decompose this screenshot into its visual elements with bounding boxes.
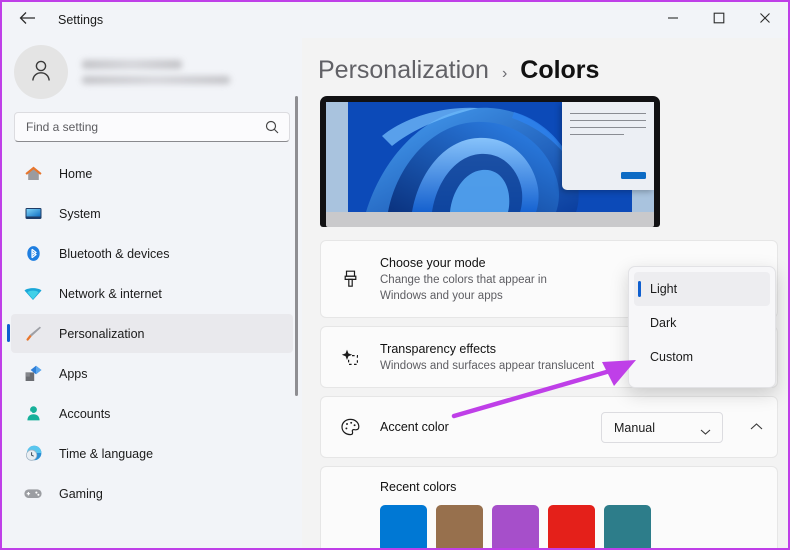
mode-option-light[interactable]: Light bbox=[634, 272, 770, 306]
sidebar-item-label: Accounts bbox=[59, 406, 111, 421]
breadcrumb-parent[interactable]: Personalization bbox=[318, 56, 489, 85]
palette-icon bbox=[335, 417, 365, 437]
mode-option-label: Custom bbox=[650, 350, 694, 364]
minimize-button[interactable] bbox=[650, 2, 696, 38]
search-box[interactable] bbox=[14, 112, 290, 142]
person-icon bbox=[28, 57, 54, 88]
main-content: Personalization › Colors Choose your mod… bbox=[302, 38, 788, 548]
search-icon bbox=[265, 120, 279, 139]
mode-option-label: Light bbox=[650, 282, 678, 296]
back-arrow-icon bbox=[19, 11, 36, 30]
mock-text-line bbox=[570, 113, 646, 114]
sidebar-item-home[interactable]: Home bbox=[11, 154, 293, 193]
transparency-title: Transparency effects bbox=[380, 341, 497, 356]
recent-colors-label: Recent colors bbox=[380, 480, 457, 494]
sidebar-item-label: Time & language bbox=[59, 446, 154, 461]
mock-text-line bbox=[570, 120, 646, 121]
breadcrumb: Personalization › Colors bbox=[302, 38, 788, 85]
sidebar-item-time-language[interactable]: Time & language bbox=[11, 434, 293, 473]
mode-option-custom[interactable]: Custom bbox=[634, 340, 770, 374]
search-input[interactable] bbox=[15, 120, 245, 134]
sparkle-icon bbox=[335, 347, 365, 367]
breadcrumb-separator: › bbox=[501, 65, 508, 82]
sidebar-item-label: Personalization bbox=[59, 326, 145, 341]
system-icon bbox=[21, 203, 45, 225]
bluetooth-icon bbox=[21, 243, 45, 265]
mode-dropdown-flyout: Light Dark Custom bbox=[628, 266, 776, 388]
sidebar-item-apps[interactable]: Apps bbox=[11, 354, 293, 393]
preview-screen bbox=[326, 102, 654, 212]
theme-preview bbox=[320, 96, 660, 227]
paintbrush-icon bbox=[335, 269, 365, 289]
user-profile[interactable] bbox=[2, 38, 302, 106]
wifi-icon bbox=[21, 283, 45, 305]
sidebar-item-label: Gaming bbox=[59, 486, 103, 501]
color-swatch[interactable] bbox=[548, 505, 595, 548]
search-container bbox=[2, 106, 302, 142]
sidebar-item-system[interactable]: System bbox=[11, 194, 293, 233]
choose-mode-subtitle-1: Change the colors that appear in bbox=[380, 273, 547, 286]
sidebar-scrollbar[interactable] bbox=[295, 96, 298, 396]
sidebar-item-accounts[interactable]: Accounts bbox=[11, 394, 293, 433]
settings-window: Settings Find a setting Home System Blue… bbox=[0, 0, 790, 550]
color-swatch[interactable] bbox=[436, 505, 483, 548]
account-icon bbox=[21, 403, 45, 425]
sidebar-item-gaming[interactable]: Gaming bbox=[11, 474, 293, 513]
home-icon bbox=[21, 163, 45, 185]
color-swatch[interactable] bbox=[380, 505, 427, 548]
sidebar-item-personalization[interactable]: Personalization bbox=[7, 314, 293, 353]
user-email bbox=[82, 76, 230, 84]
mode-option-label: Dark bbox=[650, 316, 677, 330]
color-swatch[interactable] bbox=[604, 505, 651, 548]
preview-device-base bbox=[326, 212, 654, 227]
brush-icon bbox=[21, 323, 45, 345]
mock-accent-button bbox=[621, 172, 646, 179]
transparency-subtitle: Windows and surfaces appear translucent bbox=[380, 359, 595, 372]
choose-mode-title: Choose your mode bbox=[380, 255, 486, 270]
user-name bbox=[82, 60, 182, 69]
clock-icon bbox=[21, 443, 45, 465]
profile-text bbox=[82, 60, 230, 84]
sidebar-nav: Home System Bluetooth & devices Network … bbox=[2, 154, 302, 513]
close-button[interactable] bbox=[742, 2, 788, 38]
sidebar-item-label: System bbox=[59, 206, 101, 221]
recent-colors-card: Recent colors bbox=[320, 466, 778, 548]
sidebar-item-label: Home bbox=[59, 166, 93, 181]
sidebar-item-label: Network & internet bbox=[59, 286, 162, 301]
sidebar-item-label: Apps bbox=[59, 366, 88, 381]
color-swatch[interactable] bbox=[492, 505, 539, 548]
minimize-icon bbox=[667, 11, 679, 29]
close-icon bbox=[759, 11, 771, 29]
page-title: Colors bbox=[520, 56, 600, 84]
chevron-up-icon bbox=[750, 418, 763, 435]
gamepad-icon bbox=[21, 483, 45, 505]
back-button[interactable] bbox=[10, 3, 44, 37]
window-title: Settings bbox=[58, 13, 104, 27]
avatar bbox=[14, 45, 68, 99]
apps-icon bbox=[21, 363, 45, 385]
title-bar: Settings bbox=[2, 2, 788, 38]
preview-mock-window bbox=[562, 102, 654, 190]
window-controls bbox=[650, 2, 788, 38]
choose-mode-subtitle-2: Windows and your apps bbox=[380, 289, 503, 302]
accent-mode-value: Manual bbox=[614, 420, 655, 435]
sidebar-item-label: Bluetooth & devices bbox=[59, 246, 170, 261]
recent-colors-swatches bbox=[380, 505, 651, 548]
mock-text-line bbox=[570, 127, 646, 128]
mock-text-line bbox=[570, 134, 624, 135]
accent-expander-button[interactable] bbox=[750, 418, 763, 436]
accent-color-title: Accent color bbox=[380, 419, 449, 434]
maximize-icon bbox=[713, 11, 725, 29]
mode-option-dark[interactable]: Dark bbox=[634, 306, 770, 340]
maximize-button[interactable] bbox=[696, 2, 742, 38]
sidebar-item-bluetooth[interactable]: Bluetooth & devices bbox=[11, 234, 293, 273]
sidebar: Home System bbox=[2, 38, 302, 548]
sidebar-item-network[interactable]: Network & internet bbox=[11, 274, 293, 313]
accent-color-card[interactable]: Accent color Manual bbox=[320, 396, 778, 458]
accent-mode-dropdown[interactable]: Manual bbox=[601, 412, 723, 443]
chevron-down-icon bbox=[700, 425, 711, 439]
